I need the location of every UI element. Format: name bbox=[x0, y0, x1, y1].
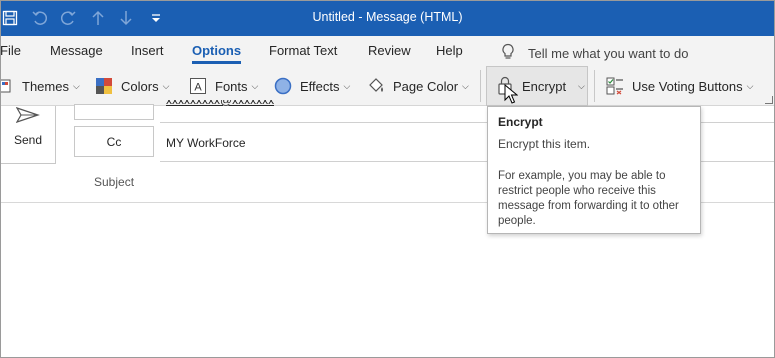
tab-options[interactable]: Options bbox=[192, 43, 241, 58]
ribbon-divider bbox=[594, 70, 595, 102]
colors-icon bbox=[95, 77, 113, 95]
tell-me-search[interactable]: Tell me what you want to do bbox=[500, 43, 688, 64]
encrypt-tooltip: Encrypt Encrypt this item. For example, … bbox=[487, 106, 701, 234]
ribbon-tabs: File Message Insert Options Format Text … bbox=[0, 36, 775, 66]
tooltip-example-line: message from forwarding it to other bbox=[498, 200, 679, 212]
chevron-down-icon: ⌵ bbox=[746, 80, 754, 91]
chevron-down-icon: ⌵ bbox=[162, 80, 170, 91]
window-title: Untitled - Message (HTML) bbox=[312, 10, 463, 24]
tab-review[interactable]: Review bbox=[368, 43, 411, 58]
dialog-launcher-icon[interactable] bbox=[765, 96, 773, 104]
tooltip-title: Encrypt bbox=[498, 115, 543, 129]
themes-icon bbox=[0, 77, 14, 95]
cc-button[interactable]: Cc bbox=[74, 126, 154, 157]
chevron-down-icon: ⌵ bbox=[343, 80, 351, 91]
send-icon bbox=[15, 106, 40, 129]
tooltip-description: Encrypt this item. bbox=[498, 137, 591, 151]
voting-buttons-button[interactable]: Use Voting Buttons ⌵ bbox=[606, 74, 753, 98]
encrypt-label: Encrypt bbox=[522, 78, 567, 94]
themes-button[interactable]: Themes ⌵ bbox=[0, 74, 80, 98]
paint-bucket-icon bbox=[367, 77, 385, 95]
tooltip-example-line: people. bbox=[498, 215, 536, 227]
fonts-icon: A bbox=[189, 77, 207, 95]
encrypt-dropdown-arrow[interactable]: ⌵ bbox=[574, 74, 585, 98]
tab-file[interactable]: File bbox=[0, 43, 21, 58]
tell-me-text: Tell me what you want to do bbox=[528, 46, 689, 61]
tab-help[interactable]: Help bbox=[436, 43, 463, 58]
page-color-label: Page Color bbox=[393, 78, 459, 94]
colors-label: Colors bbox=[121, 78, 159, 94]
cc-field[interactable]: MY WorkForce bbox=[166, 136, 246, 150]
send-label: Send bbox=[13, 133, 43, 147]
chevron-down-icon: ⌵ bbox=[462, 80, 469, 91]
ribbon-divider bbox=[480, 70, 481, 102]
chevron-down-icon: ⌵ bbox=[578, 80, 585, 91]
fonts-button[interactable]: A Fonts ⌵ bbox=[189, 74, 258, 98]
chevron-down-icon: ⌵ bbox=[251, 80, 259, 91]
to-recipient-partial: xxxxxxxxx@xxxxxxx bbox=[166, 100, 274, 106]
tab-insert[interactable]: Insert bbox=[131, 43, 164, 58]
subject-label: Subject bbox=[94, 175, 135, 189]
fonts-label: Fonts bbox=[215, 78, 248, 94]
to-button[interactable] bbox=[74, 104, 154, 120]
active-tab-indicator bbox=[192, 61, 241, 64]
mouse-pointer-icon bbox=[504, 83, 519, 107]
send-button[interactable]: Send bbox=[0, 106, 56, 164]
lightbulb-icon bbox=[500, 43, 528, 64]
voting-label: Use Voting Buttons bbox=[632, 78, 743, 94]
ribbon-options: Themes ⌵ Colors ⌵ A Fonts ⌵ Effects ⌵ Pa… bbox=[0, 66, 775, 106]
effects-button[interactable]: Effects ⌵ bbox=[274, 74, 350, 98]
page-color-button[interactable]: Page Color ⌵ bbox=[367, 74, 469, 98]
tooltip-example: For example, you may be able to restrict… bbox=[498, 169, 690, 229]
effects-label: Effects bbox=[300, 78, 340, 94]
svg-text:A: A bbox=[194, 82, 202, 94]
tooltip-example-line: For example, you may be able to bbox=[498, 170, 666, 182]
voting-icon bbox=[606, 77, 624, 95]
themes-label: Themes bbox=[22, 78, 69, 94]
chevron-down-icon: ⌵ bbox=[72, 80, 80, 91]
tooltip-example-line: restrict people who receive this bbox=[498, 185, 656, 197]
title-bar: Untitled - Message (HTML) bbox=[0, 0, 775, 36]
tab-format-text[interactable]: Format Text bbox=[269, 43, 337, 58]
effects-icon bbox=[274, 77, 292, 95]
colors-button[interactable]: Colors ⌵ bbox=[95, 74, 169, 98]
tab-message[interactable]: Message bbox=[50, 43, 103, 58]
